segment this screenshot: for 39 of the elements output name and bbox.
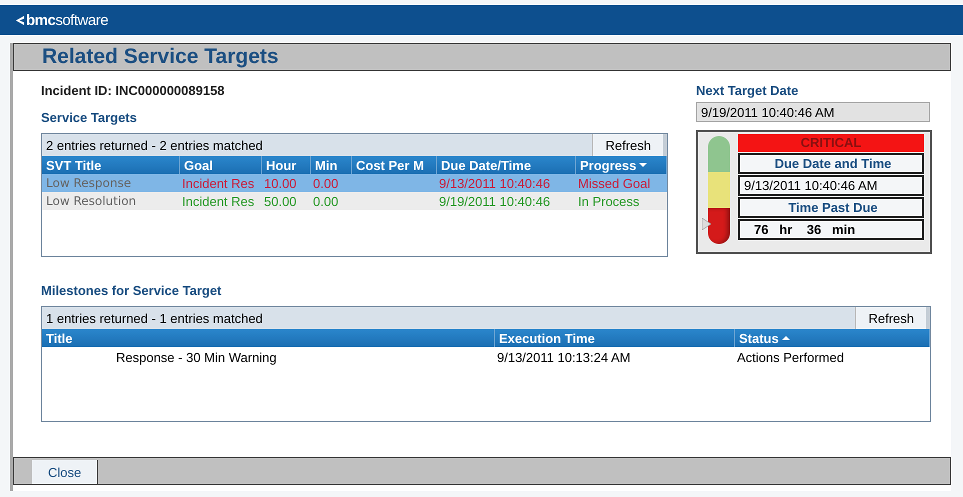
column-header[interactable]: Execution Time: [495, 329, 735, 347]
close-button[interactable]: Close: [32, 460, 98, 484]
severity-label: CRITICAL: [738, 134, 924, 152]
table-cell-text: Actions Performed: [736, 350, 845, 364]
column-header[interactable]: Title: [42, 329, 495, 347]
due-value: 9/13/2011 10:40:46 AM: [738, 175, 924, 196]
table-cell-text: 50.00: [263, 194, 298, 208]
table-cell-text: 9/19/2011 10:40:46: [438, 194, 552, 208]
table-cell-text: Missed Goal: [577, 176, 652, 190]
table-cell-text: 9/13/2011 10:40:46: [438, 176, 552, 190]
table-cell-text: 9/13/2011 10:13:24 AM: [496, 350, 632, 364]
refresh-button[interactable]: Refresh: [592, 134, 667, 156]
table-cell-text: 10.00: [263, 176, 298, 190]
entries-summary: 1 entries returned - 1 entries matched: [46, 310, 263, 326]
table-cell-text: Incident Res: [181, 176, 256, 190]
table-cell-text: Low Response: [45, 176, 132, 190]
table-cell-text: In Process: [577, 194, 640, 208]
logo: bmcsoftware: [26, 12, 108, 28]
page-title: Related Service Targets: [42, 45, 279, 69]
table-cell-text: Response - 30 Min Warning: [115, 350, 278, 364]
entries-summary: 2 entries returned - 2 entries matched: [46, 138, 263, 152]
section-heading: Service Targets: [41, 110, 138, 125]
date-field: 9/19/2011 10:40:46 AM: [696, 102, 930, 122]
table-row[interactable]: Low Resolution Incident Res 50.00 0.00 9/19/2011 10:40:46 In Process: [42, 192, 667, 210]
table-cell-text: 0.00: [312, 194, 340, 208]
incident-id: Incident ID: INC000000089158: [41, 83, 226, 98]
pointer-icon: [702, 218, 711, 230]
table-cell-text: 0.00: [312, 176, 340, 190]
due-label: Due Date and Time: [738, 153, 924, 174]
past-due-value: 76 hr 36 min: [738, 219, 924, 240]
column-header[interactable]: Status: [735, 329, 930, 347]
past-due-label: Time Past Due: [738, 197, 924, 218]
field-label: Next Target Date: [696, 83, 800, 98]
table-cell-text: Incident Res: [181, 194, 256, 208]
table-row[interactable]: Low Response Incident Res 10.00 0.00 9/13/2011 10:40:46 Missed Goal: [42, 174, 667, 192]
table-cell-text: Low Resolution: [45, 194, 138, 208]
chevron-icon: [14, 14, 25, 26]
section-heading: Milestones for Service Target: [41, 283, 222, 298]
refresh-button[interactable]: Refresh: [855, 307, 930, 329]
